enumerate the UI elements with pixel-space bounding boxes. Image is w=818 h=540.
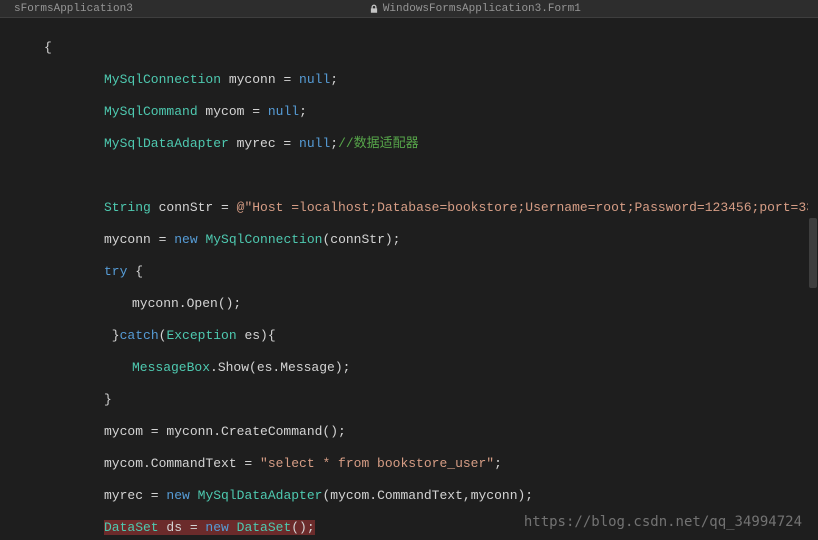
code-line: MessageBox.Show(es.Message);	[20, 360, 810, 376]
blank-line	[20, 168, 810, 184]
code-line: String connStr = @"Host =localhost;Datab…	[20, 200, 810, 216]
tab-file-1[interactable]: sFormsApplication3	[6, 1, 141, 17]
code-line: myrec = new MySqlDataAdapter(mycom.Comma…	[20, 488, 810, 504]
code-line: myconn = new MySqlConnection(connStr);	[20, 232, 810, 248]
tab-label: WindowsFormsApplication3.Form1	[383, 1, 581, 17]
tab-file-2[interactable]: WindowsFormsApplication3.Form1	[361, 1, 589, 17]
code-line: MySqlDataAdapter myrec = null;//数据适配器	[20, 136, 810, 152]
watermark-text: https://blog.csdn.net/qq_34994724	[524, 514, 802, 530]
lock-icon	[369, 4, 379, 14]
code-line: }catch(Exception es){	[20, 328, 810, 344]
code-editor[interactable]: { MySqlConnection myconn = null; MySqlCo…	[12, 18, 818, 540]
editor-gutter	[0, 18, 12, 540]
vertical-scrollbar[interactable]	[808, 18, 818, 540]
tab-bar: sFormsApplication3 WindowsFormsApplicati…	[0, 0, 818, 18]
tab-label: sFormsApplication3	[14, 1, 133, 17]
code-line: {	[20, 40, 810, 56]
code-line: }	[20, 392, 810, 408]
code-line: myconn.Open();	[20, 296, 810, 312]
code-line: MySqlConnection myconn = null;	[20, 72, 810, 88]
code-line: try {	[20, 264, 810, 280]
code-line: MySqlCommand mycom = null;	[20, 104, 810, 120]
code-line: mycom = myconn.CreateCommand();	[20, 424, 810, 440]
scrollbar-thumb[interactable]	[809, 218, 817, 288]
code-line: mycom.CommandText = "select * from books…	[20, 456, 810, 472]
